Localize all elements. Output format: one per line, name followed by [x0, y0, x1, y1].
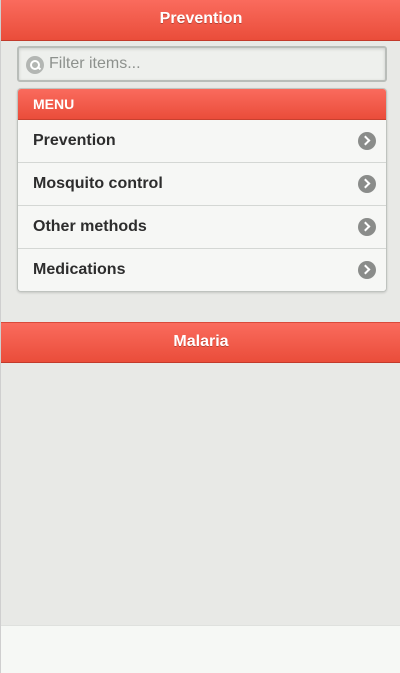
section-title: Malaria: [173, 333, 229, 350]
menu-item-prevention[interactable]: Prevention: [18, 120, 386, 163]
menu-item-other-methods[interactable]: Other methods: [18, 206, 386, 249]
chevron-right-icon: [358, 218, 376, 236]
page-header: Prevention: [1, 0, 400, 41]
menu-item-mosquito-control[interactable]: Mosquito control: [18, 163, 386, 206]
menu-item-medications[interactable]: Medications: [18, 249, 386, 291]
app-page: Prevention MENU Prevention Mosquito cont…: [0, 0, 400, 673]
chevron-right-icon: [358, 175, 376, 193]
footer-area: [1, 625, 400, 673]
search-icon: [26, 56, 44, 74]
chevron-right-icon: [358, 132, 376, 150]
menu-item-label: Medications: [33, 261, 126, 278]
menu-item-label: Other methods: [33, 218, 147, 235]
menu-divider: MENU: [18, 89, 386, 120]
content-area: [1, 364, 400, 625]
menu-list: MENU Prevention Mosquito control Other m…: [17, 88, 387, 292]
filter-input[interactable]: [49, 51, 379, 77]
menu-item-label: Mosquito control: [33, 175, 163, 192]
chevron-right-icon: [358, 261, 376, 279]
page-title: Prevention: [159, 10, 243, 27]
filter-bar: [17, 46, 387, 82]
menu-divider-label: MENU: [33, 96, 75, 112]
menu-item-label: Prevention: [33, 132, 116, 149]
section-header: Malaria: [1, 322, 400, 363]
